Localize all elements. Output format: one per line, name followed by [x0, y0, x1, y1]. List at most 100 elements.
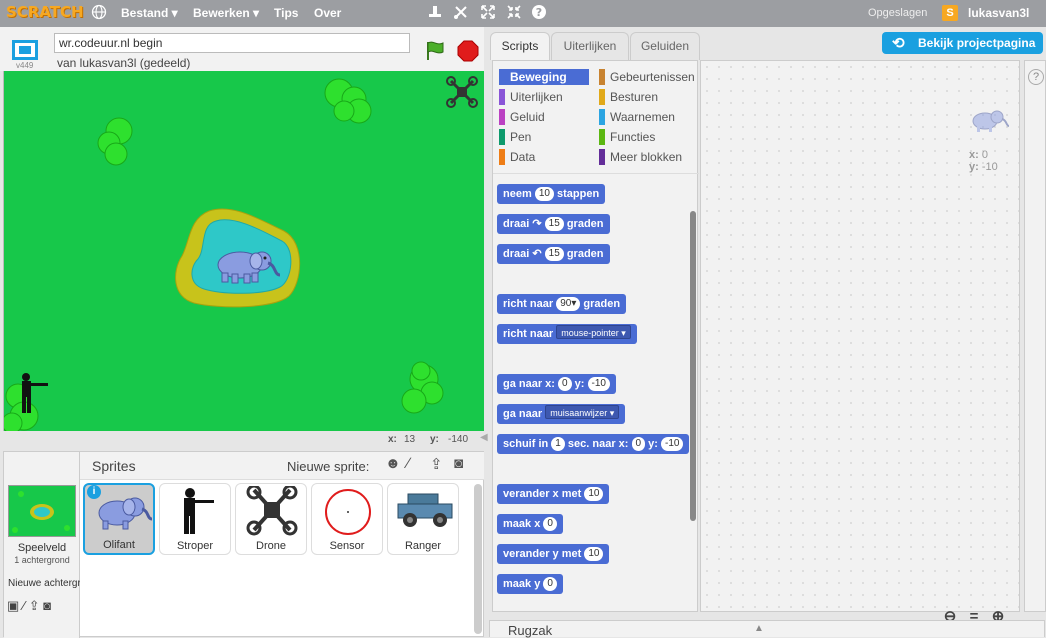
- block-go-to-xy[interactable]: ga naar x: 0 y: -10: [497, 374, 616, 394]
- sprite-card-sensor[interactable]: Sensor: [311, 483, 383, 555]
- palette-scrollbar[interactable]: [690, 211, 696, 521]
- editor-pane: Scripts Uiterlijken Geluiden ⟲ Bekijk pr…: [488, 27, 1046, 638]
- green-flag-icon[interactable]: [424, 40, 446, 62]
- username[interactable]: lukasvan3l: [968, 6, 1029, 20]
- blocks-list: neem 10 stappen draai ↷ 15 graden draai …: [493, 173, 699, 613]
- block-change-x[interactable]: verander x met 10: [497, 484, 610, 504]
- stage-label: Speelveld: [17, 542, 67, 554]
- block-go-to[interactable]: ga naar muisaanwijzer ▾: [497, 404, 626, 424]
- block-change-y[interactable]: verander y met 10: [497, 544, 610, 564]
- block-point-towards[interactable]: richt naar mouse-pointer ▾: [497, 324, 637, 344]
- sprites-title: Sprites: [92, 458, 136, 474]
- category-motion[interactable]: Beweging: [499, 69, 589, 85]
- backpack-expand-icon[interactable]: ▲: [754, 623, 764, 634]
- sprite-name-olifant: Olifant: [103, 539, 135, 551]
- version-label: v449: [16, 61, 34, 70]
- help-tips-panel[interactable]: ?: [1024, 60, 1046, 612]
- block-turn-left[interactable]: draai ↶ 15 graden: [497, 244, 610, 264]
- block-point-in-direction[interactable]: richt naar 90▾ graden: [497, 294, 627, 314]
- category-sensing[interactable]: Waarnemen: [599, 109, 699, 125]
- project-title-input[interactable]: [54, 33, 410, 53]
- help-question-icon[interactable]: ?: [1028, 69, 1044, 85]
- sprite-card-drone[interactable]: Drone: [235, 483, 307, 555]
- duplicate-stamp-icon[interactable]: [426, 4, 444, 22]
- backpack-bar[interactable]: Rugzak ▲: [489, 620, 1045, 638]
- tab-scripts[interactable]: Scripts: [490, 32, 550, 60]
- block-set-x[interactable]: maak x 0: [497, 514, 563, 534]
- paint-library-icon[interactable]: ▣: [7, 598, 19, 613]
- sprite-name-ranger: Ranger: [404, 540, 442, 552]
- sprites-header: Sprites Nieuwe sprite: ☻ ∕ ⇪ ◙: [80, 452, 484, 480]
- block-set-y[interactable]: maak y 0: [497, 574, 563, 594]
- sprite-name-sensor: Sensor: [329, 540, 365, 552]
- paint-brush-icon[interactable]: ∕: [23, 598, 25, 613]
- stage-canvas[interactable]: [3, 71, 484, 431]
- coord-y-label: y:: [430, 434, 439, 445]
- block-turn-right[interactable]: draai ↷ 15 graden: [497, 214, 610, 234]
- new-backdrop-label: Nieuwe achtergr: [8, 578, 80, 589]
- paint-new-sprite-icon[interactable]: ∕: [407, 455, 410, 472]
- sprite-x-label: x:: [969, 149, 979, 161]
- collapse-arrow-icon[interactable]: ◀: [480, 432, 488, 443]
- user-avatar-icon[interactable]: S: [942, 5, 958, 21]
- camera-icon[interactable]: ◙: [43, 598, 51, 613]
- sprite-card-olifant[interactable]: i Olifant: [83, 483, 155, 555]
- menu-bar: SCRATCH Bestand ▾ Bewerken ▾ Tips Over ?…: [0, 0, 1046, 27]
- saved-status: Opgeslagen: [868, 7, 928, 19]
- upload-icon[interactable]: ⇪: [29, 598, 40, 613]
- menu-edit[interactable]: Bewerken ▾: [193, 6, 259, 20]
- drone-sprite-on-stage: [446, 76, 478, 108]
- view-project-page-button[interactable]: ⟲ Bekijk projectpagina: [882, 32, 1043, 54]
- sprite-name-drone: Drone: [256, 540, 286, 552]
- coord-y-value: -140: [448, 434, 469, 445]
- bush-bottom-left: [4, 383, 39, 431]
- view-project-label: Bekijk projectpagina: [918, 36, 1036, 50]
- category-more-blocks[interactable]: Meer blokken: [599, 149, 699, 165]
- menu-tips[interactable]: Tips: [274, 6, 298, 20]
- category-events[interactable]: Gebeurtenissen: [599, 69, 699, 85]
- stop-sign-icon[interactable]: [457, 40, 479, 62]
- turn-left-icon: ↶: [532, 248, 542, 260]
- block-move-steps[interactable]: neem 10 stappen: [497, 184, 606, 204]
- category-looks[interactable]: Uiterlijken: [499, 89, 589, 105]
- stage-selector[interactable]: Speelveld 1 achtergrond Nieuwe achtergr …: [4, 452, 80, 638]
- current-sprite-thumbnail: [969, 107, 1010, 136]
- backpack-label: Rugzak: [508, 623, 553, 638]
- coord-x-value: 13: [404, 434, 416, 445]
- bush-top-left: [97, 117, 133, 166]
- sprite-name-stroper: Stroper: [176, 540, 214, 552]
- category-operators[interactable]: Functies: [599, 129, 699, 145]
- sprite-card-ranger[interactable]: Ranger: [387, 483, 459, 555]
- help-icon[interactable]: ?: [530, 4, 548, 22]
- category-control[interactable]: Besturen: [599, 89, 699, 105]
- grow-icon[interactable]: [479, 4, 497, 22]
- block-glide[interactable]: schuif in 1 sec. naar x: 0 y: -10: [497, 434, 690, 454]
- scratch-logo[interactable]: SCRATCH: [6, 3, 84, 21]
- menu-file[interactable]: Bestand ▾: [121, 6, 178, 20]
- menu-about[interactable]: Over: [314, 6, 341, 20]
- fullscreen-icon[interactable]: [12, 40, 38, 60]
- category-data[interactable]: Data: [499, 149, 589, 165]
- new-backdrop-tools: ▣ ∕ ⇪ ◙: [7, 598, 51, 614]
- stage-backdrop-count: 1 achtergrond: [14, 555, 70, 565]
- shrink-icon[interactable]: [505, 4, 523, 22]
- sprite-library-icon[interactable]: ☻: [385, 455, 401, 472]
- stage-thumbnail[interactable]: [8, 485, 76, 537]
- sprite-card-stroper[interactable]: Stroper: [159, 483, 231, 555]
- upload-sprite-icon[interactable]: ⇪: [430, 455, 443, 473]
- bush-top-right: [324, 78, 372, 124]
- camera-sprite-icon[interactable]: ◙: [454, 455, 463, 472]
- scripts-area[interactable]: x: 0 y: -10 ⊖ = ⊕: [700, 60, 1020, 625]
- delete-scissors-icon[interactable]: [452, 4, 470, 22]
- category-pen[interactable]: Pen: [499, 129, 589, 145]
- sprite-info-icon[interactable]: i: [87, 485, 101, 499]
- tab-costumes[interactable]: Uiterlijken: [551, 32, 629, 60]
- block-palette: Beweging Gebeurtenissen Uiterlijken Best…: [492, 60, 699, 613]
- tab-sounds[interactable]: Geluiden: [630, 32, 700, 60]
- sprite-y-value: -10: [981, 161, 998, 173]
- project-byline: van lukasvan3l (gedeeld): [57, 56, 191, 70]
- language-globe-icon[interactable]: [90, 4, 108, 22]
- sprite-list-scrollbar[interactable]: [474, 484, 482, 634]
- category-sound[interactable]: Geluid: [499, 109, 589, 125]
- new-sprite-label: Nieuwe sprite:: [287, 459, 370, 474]
